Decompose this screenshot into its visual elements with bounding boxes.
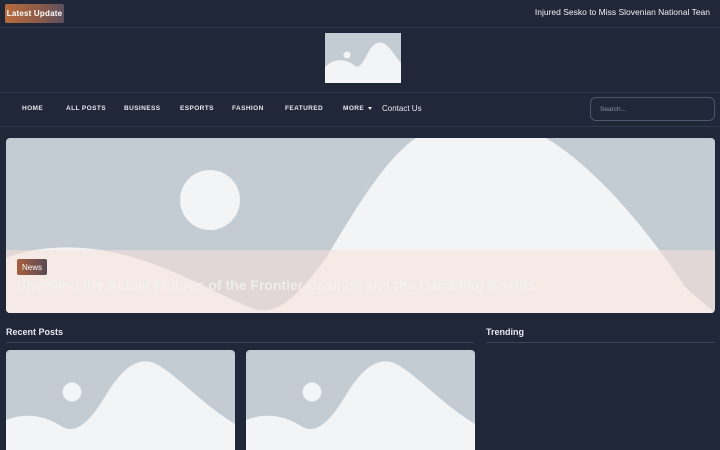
recent-posts-divider <box>6 342 474 343</box>
recent-post-card-2[interactable] <box>246 350 475 450</box>
site-logo[interactable] <box>325 33 401 83</box>
nav-fashion[interactable]: FASHION <box>232 105 264 112</box>
latest-update-badge: Latest Update <box>5 4 64 23</box>
nav-more-label: MORE <box>343 105 365 112</box>
trending-heading: Trending <box>486 327 524 337</box>
nav-featured[interactable]: FEATURED <box>285 105 323 112</box>
nav-all-posts[interactable]: ALL POSTS <box>66 105 106 112</box>
search-input[interactable] <box>590 97 715 121</box>
image-placeholder-icon <box>246 361 475 450</box>
recent-post-card-1[interactable] <box>6 350 235 450</box>
image-placeholder-icon <box>325 42 401 83</box>
nav-business[interactable]: BUSINESS <box>124 105 160 112</box>
news-ticker-link[interactable]: Injured Sesko to Miss Slovenian National… <box>535 7 710 17</box>
nav-contact-us[interactable]: Contact Us <box>382 104 422 113</box>
recent-posts-heading: Recent Posts <box>6 327 64 337</box>
hero-post-title[interactable]: Unveiling the Actual Figures of the Fron… <box>16 277 536 293</box>
nav-more-dropdown[interactable]: MORE <box>343 105 373 112</box>
featured-post-hero[interactable]: News Unveiling the Actual Figures of the… <box>6 138 715 313</box>
image-placeholder-icon <box>6 361 235 450</box>
nav-home[interactable]: HOME <box>22 105 43 112</box>
caret-down-icon <box>368 106 373 110</box>
category-tag-news[interactable]: News <box>17 259 48 275</box>
nav-esports[interactable]: ESPORTS <box>180 105 214 112</box>
trending-divider <box>486 342 715 343</box>
top-bar: Latest Update Injured Sesko to Miss Slov… <box>0 0 720 28</box>
